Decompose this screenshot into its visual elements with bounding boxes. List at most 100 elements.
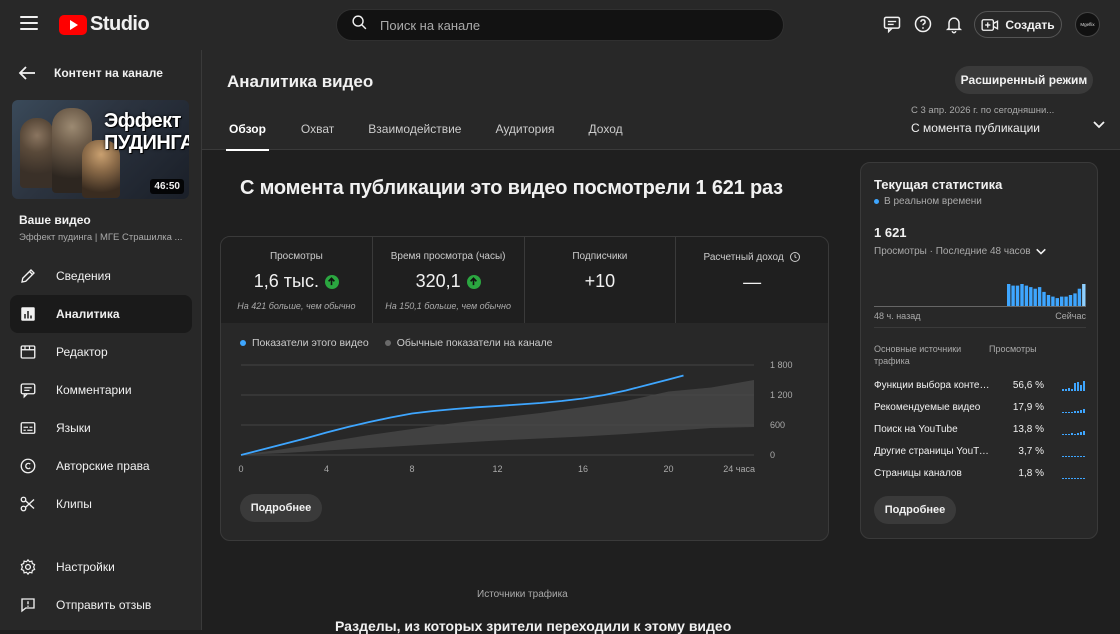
arrow-up-icon (466, 274, 481, 289)
traffic-source-row[interactable]: Рекомендуемые видео 17,9 % (874, 396, 1086, 418)
clock-icon (789, 252, 800, 262)
tab-overview[interactable]: Обзор (226, 122, 269, 151)
x-tick-label: 8 (409, 464, 414, 474)
traffic-source-name: Функции выбора контента (874, 379, 994, 391)
sidebar-item-label: Настройки (56, 560, 115, 574)
analytics-icon (21, 307, 35, 321)
traffic-source-row[interactable]: Функции выбора контента 56,6 % (874, 374, 1086, 396)
sidebar-item-editor[interactable]: Редактор (10, 333, 192, 371)
video-thumbnail[interactable]: Эффект ПУДИНГА 46:50 (12, 100, 189, 199)
realtime-metric-selector[interactable]: Просмотры · Последние 48 часов (874, 245, 1047, 257)
metric-value: +10 (584, 271, 616, 291)
traffic-source-percent: 1,8 % (1018, 467, 1044, 479)
metric-watch-time[interactable]: Время просмотра (часы) 320,1 На 150,1 бо… (372, 237, 525, 323)
realtime-bar (1024, 285, 1029, 306)
sparkline-bar (1068, 412, 1070, 413)
sidebar-bottom-nav: Настройки Отправить отзыв (10, 548, 192, 624)
traffic-source-sparkline (1062, 456, 1085, 457)
x-tick-label: 12 (492, 464, 502, 474)
sidebar-item-clips[interactable]: Клипы (10, 485, 192, 523)
sidebar-item-label: Авторские права (56, 459, 150, 473)
back-to-content[interactable]: Контент на канале (18, 66, 163, 80)
metric-label: Просмотры (269, 251, 323, 262)
sidebar-item-label: Языки (56, 421, 91, 435)
realtime-bar (1011, 285, 1015, 306)
sparkline-bar (1068, 388, 1070, 391)
metric-value: — (743, 272, 762, 292)
realtime-bar (1068, 295, 1073, 306)
search-bar[interactable] (336, 9, 784, 41)
studio-logo[interactable]: Studio (59, 13, 150, 36)
metric-tabs: Просмотры 1,6 тыс. На 421 больше, чем об… (221, 237, 828, 323)
tab-revenue[interactable]: Доход (589, 122, 623, 151)
sidebar-item-settings[interactable]: Настройки (10, 548, 192, 586)
overview-card: Просмотры 1,6 тыс. На 421 больше, чем об… (220, 236, 829, 541)
overview-headline: С момента публикации это видео посмотрел… (240, 177, 783, 199)
traffic-sections-title: Разделы, из которых зрители переходили к… (335, 618, 732, 634)
tab-engagement[interactable]: Взаимодействие (368, 122, 461, 151)
video-title: Эффект пудинга | МГЕ Страшилка ... (19, 232, 183, 243)
metric-label: Расчетный доход (703, 251, 784, 263)
sidebar-item-copyright[interactable]: Авторские права (10, 447, 192, 485)
traffic-source-sparkline (1062, 381, 1085, 391)
feedback-chat-icon[interactable] (881, 13, 903, 35)
x-tick-label: 4 (324, 464, 329, 474)
analytics-tabs: Обзор Охват Взаимодействие Аудитория Дох… (226, 122, 657, 151)
sparkline-bar (1062, 412, 1064, 413)
traffic-source-row[interactable]: Другие страницы YouTube 3,7 % (874, 440, 1086, 462)
metric-views[interactable]: Просмотры 1,6 тыс. На 421 больше, чем об… (221, 237, 373, 323)
sparkline-bar (1065, 478, 1067, 479)
create-button[interactable]: Создать (974, 11, 1062, 38)
advanced-mode-button[interactable]: Расширенный режим (955, 66, 1093, 94)
sparkline-bar (1062, 434, 1064, 435)
sparkline-bar (1071, 456, 1073, 457)
youtube-logo-icon (59, 14, 87, 35)
search-input[interactable] (380, 17, 760, 33)
traffic-source-row[interactable]: Поиск на YouTube 13,8 % (874, 418, 1086, 440)
sparkline-bar (1065, 434, 1067, 435)
overview-more-button[interactable]: Подробнее (240, 494, 322, 522)
help-icon[interactable] (912, 13, 934, 35)
sidebar-item-analytics[interactable]: Аналитика (10, 295, 192, 333)
traffic-source-percent: 56,6 % (1012, 379, 1044, 391)
sparkline-bar (1077, 456, 1079, 457)
y-tick-label: 600 (770, 420, 785, 430)
sidebar-item-details[interactable]: Сведения (10, 257, 192, 295)
realtime-card: Текущая статистика В реальном времени 1 … (860, 162, 1098, 539)
sparkline-bar (1074, 411, 1076, 413)
date-range-selector[interactable]: С 3 апр. 2026 г. по сегодняшни... С моме… (911, 105, 1106, 135)
arrow-up-icon (324, 274, 339, 289)
y-tick-label: 1 800 (770, 360, 793, 370)
metric-value: 320,1 (415, 271, 461, 291)
x-tick-label: 0 (238, 464, 243, 474)
metric-subscribers[interactable]: Подписчики +10 (524, 237, 677, 323)
axis-end-label: Сейчас (1055, 311, 1086, 321)
x-tick-label: 20 (663, 464, 673, 474)
copyright-icon (20, 458, 36, 474)
back-label: Контент на канале (54, 66, 163, 80)
sidebar-item-languages[interactable]: Языки (10, 409, 192, 447)
top-bar: Studio Создать Mgeflix (0, 0, 1120, 50)
sparkline-bar (1071, 433, 1073, 435)
avatar[interactable]: Mgeflix (1075, 12, 1100, 37)
metric-revenue[interactable]: Расчетный доход — (676, 237, 828, 323)
chart-legend: Показатели этого видео Обычные показател… (240, 337, 552, 349)
x-tick-label: 16 (578, 464, 588, 474)
live-label: В реальном времени (884, 196, 982, 207)
notifications-icon[interactable] (943, 13, 965, 35)
traffic-source-name: Страницы каналов (874, 467, 962, 479)
tab-audience[interactable]: Аудитория (495, 122, 554, 151)
sidebar-item-comments[interactable]: Комментарии (10, 371, 192, 409)
sidebar-item-send-feedback[interactable]: Отправить отзыв (10, 586, 192, 624)
tab-reach[interactable]: Охват (301, 122, 334, 151)
y-tick-label: 1 200 (770, 390, 793, 400)
search-icon[interactable] (351, 14, 368, 36)
realtime-more-button[interactable]: Подробнее (874, 496, 956, 524)
realtime-bar (1033, 288, 1037, 306)
live-dot (874, 199, 879, 204)
realtime-bar (1060, 296, 1064, 306)
realtime-bar (1020, 284, 1024, 306)
traffic-source-row[interactable]: Страницы каналов 1,8 % (874, 462, 1086, 484)
realtime-bar (1042, 291, 1046, 306)
menu-icon[interactable] (20, 16, 38, 30)
